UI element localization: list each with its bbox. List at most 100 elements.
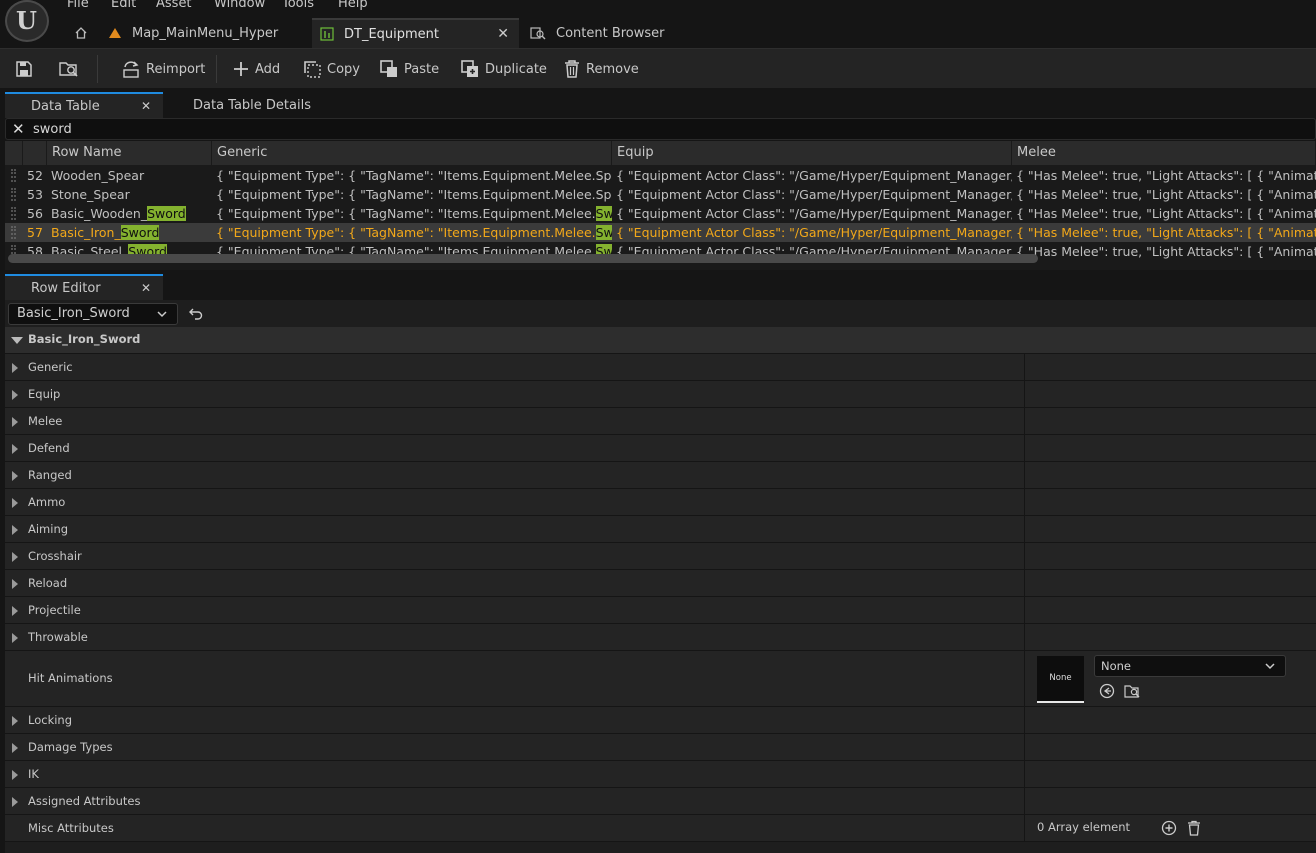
generic-cell: { "Equipment Type": { "TagName": "Items.…: [216, 187, 612, 202]
table-row[interactable]: 52 Wooden_Spear { "Equipment Type": { "Tag…: [5, 166, 1316, 185]
reimport-button[interactable]: Reimport: [121, 57, 205, 81]
category-label: Throwable: [28, 629, 88, 644]
menu-file[interactable]: File: [67, 0, 89, 11]
browse-button[interactable]: [58, 57, 80, 81]
expand-arrow-icon[interactable]: [12, 470, 18, 481]
menu-window[interactable]: Window: [214, 0, 265, 11]
asset-thumbnail[interactable]: None: [1037, 656, 1084, 703]
tab-dt-equipment[interactable]: DT_Equipment ✕: [312, 18, 519, 48]
table-row[interactable]: 53 Stone_Spear { "Equipment Type": { "TagN…: [5, 185, 1316, 204]
expand-arrow-icon[interactable]: [12, 524, 18, 535]
copy-button[interactable]: Copy: [302, 57, 360, 81]
duplicate-label: Duplicate: [485, 61, 547, 77]
drag-handle-icon[interactable]: [11, 226, 16, 239]
tab-map-mainmenu-hyper[interactable]: Map_MainMenu_Hyper: [100, 18, 306, 48]
equip-cell: { "Equipment Actor Class": "/Game/Hyper/…: [616, 206, 1012, 221]
close-icon[interactable]: ✕: [141, 99, 151, 113]
column-header-equip[interactable]: Equip: [612, 141, 1012, 165]
category-label: Ranged: [28, 467, 72, 482]
tab-data-table[interactable]: Data Table ✕: [5, 92, 163, 118]
clear-search-icon[interactable]: ✕: [12, 120, 25, 138]
close-icon[interactable]: ✕: [141, 281, 151, 295]
tab-row-editor[interactable]: Row Editor ✕: [5, 274, 163, 300]
category-label: Hit Animations: [28, 671, 113, 685]
category-hit-animations[interactable]: Hit Animations None None: [5, 651, 1316, 707]
category-aiming[interactable]: Aiming: [5, 516, 1316, 543]
expand-arrow-icon[interactable]: [12, 362, 18, 373]
expand-arrow-icon[interactable]: [12, 443, 18, 454]
category-damage-types[interactable]: Damage Types: [5, 734, 1316, 761]
category-reload[interactable]: Reload: [5, 570, 1316, 597]
array-count: 0 Array element: [1037, 820, 1131, 834]
trash-icon[interactable]: [1187, 820, 1201, 836]
expand-arrow-icon[interactable]: [12, 551, 18, 562]
paste-button[interactable]: Paste: [379, 57, 439, 81]
expand-arrow-icon[interactable]: [12, 605, 18, 616]
unreal-logo-icon[interactable]: U: [5, 0, 49, 42]
row-name: Basic_Wooden_Sword: [51, 206, 186, 221]
menu-asset[interactable]: Asset: [156, 0, 192, 11]
menu-bar: U File Edit Asset Window Tools Help: [0, 0, 1316, 42]
table-row[interactable]: 57 Basic_Iron_Sword { "Equipment Type": { …: [5, 223, 1316, 242]
expand-arrow-icon[interactable]: [12, 497, 18, 508]
expand-arrow-icon[interactable]: [12, 578, 18, 589]
category-melee[interactable]: Melee: [5, 408, 1316, 435]
duplicate-button[interactable]: Duplicate: [460, 57, 547, 81]
row-name: Wooden_Spear: [51, 168, 145, 183]
home-tab[interactable]: [66, 18, 96, 48]
drag-handle-icon[interactable]: [11, 188, 16, 201]
add-element-icon[interactable]: [1161, 820, 1177, 836]
row-select-dropdown[interactable]: Basic_Iron_Sword: [8, 303, 178, 325]
category-throwable[interactable]: Throwable: [5, 624, 1316, 651]
expand-arrow-icon[interactable]: [12, 416, 18, 427]
drag-handle-icon[interactable]: [11, 207, 16, 220]
add-button[interactable]: Add: [232, 57, 280, 81]
category-locking[interactable]: Locking: [5, 707, 1316, 734]
menu-tools[interactable]: Tools: [282, 0, 314, 11]
expand-arrow-icon[interactable]: [12, 389, 18, 400]
drag-handle-icon[interactable]: [11, 169, 16, 182]
row-editor-panel: Basic_Iron_Sword Basic_Iron_Sword Generi…: [5, 300, 1316, 853]
tab-label: Content Browser: [556, 25, 665, 41]
document-tab-bar: U Map_MainMenu_Hyper DT_Equipment ✕ Cont…: [0, 0, 1316, 48]
category-ammo[interactable]: Ammo: [5, 489, 1316, 516]
reset-icon[interactable]: [189, 308, 203, 320]
column-header-generic[interactable]: Generic: [212, 141, 612, 165]
horizontal-scrollbar[interactable]: [8, 254, 1038, 263]
category-generic[interactable]: Generic: [5, 354, 1316, 381]
browse-asset-icon[interactable]: [1124, 683, 1142, 699]
expand-arrow-icon[interactable]: [12, 742, 18, 753]
use-selected-icon[interactable]: [1099, 683, 1115, 699]
close-icon[interactable]: ✕: [497, 26, 509, 42]
menu-edit[interactable]: Edit: [111, 0, 136, 11]
category-ranged[interactable]: Ranged: [5, 462, 1316, 489]
tab-data-table-details[interactable]: Data Table Details: [168, 92, 328, 118]
asset-picker-dropdown[interactable]: None: [1094, 655, 1286, 677]
save-button[interactable]: [14, 57, 34, 81]
category-assigned-attributes[interactable]: Assigned Attributes: [5, 788, 1316, 815]
grip-column-header: [5, 141, 23, 165]
asset-picker-value: None: [1101, 659, 1132, 673]
expand-arrow-icon[interactable]: [12, 715, 18, 726]
column-header-row-name[interactable]: Row Name: [47, 141, 212, 165]
category-defend[interactable]: Defend: [5, 435, 1316, 462]
remove-button[interactable]: Remove: [563, 57, 639, 81]
category-ik[interactable]: IK: [5, 761, 1316, 788]
expand-arrow-icon[interactable]: [12, 769, 18, 780]
menu-help[interactable]: Help: [338, 0, 368, 11]
category-label: Generic: [28, 359, 73, 374]
column-header-melee[interactable]: Melee: [1012, 141, 1316, 165]
table-row[interactable]: 56 Basic_Wooden_Sword { "Equipment Type": …: [5, 204, 1316, 223]
tab-content-browser[interactable]: Content Browser: [524, 18, 724, 48]
category-projectile[interactable]: Projectile: [5, 597, 1316, 624]
expand-arrow-icon[interactable]: [12, 632, 18, 643]
row-number: 56: [27, 206, 43, 221]
section-header[interactable]: Basic_Iron_Sword: [5, 327, 1316, 354]
category-crosshair[interactable]: Crosshair: [5, 543, 1316, 570]
category-equip[interactable]: Equip: [5, 381, 1316, 408]
expand-arrow-icon[interactable]: [12, 796, 18, 807]
row-number: 53: [27, 187, 43, 202]
search-input[interactable]: [28, 119, 1308, 139]
category-misc-attributes[interactable]: Misc Attributes 0 Array element: [5, 815, 1316, 842]
index-column-header: [23, 141, 47, 165]
